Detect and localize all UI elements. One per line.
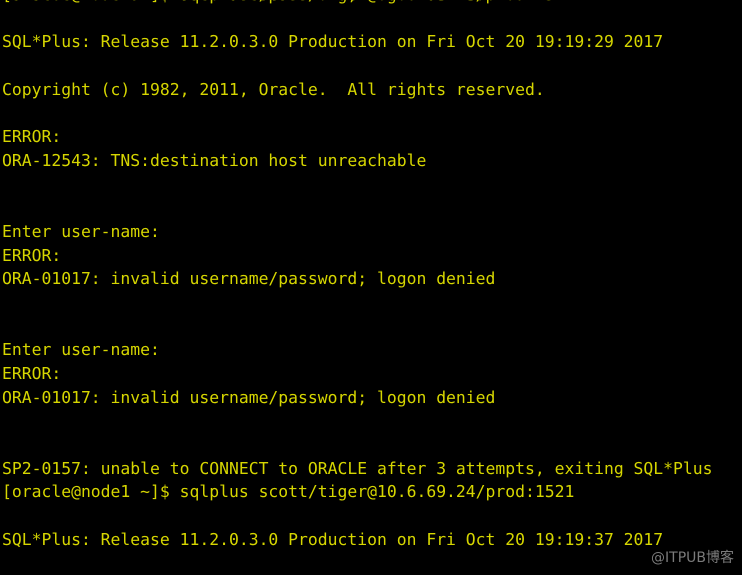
terminal-line: SQL*Plus: Release 11.2.0.3.0 Production … (2, 529, 664, 549)
terminal-line: SQL*Plus: Release 11.2.0.3.0 Production … (2, 32, 664, 52)
terminal-line: ERROR: (2, 364, 62, 383)
terminal-window[interactable]: ra-01017: invalid username/password; log… (0, 0, 742, 575)
terminal-output[interactable]: [oracle@node1 ~]$ sqlplus scott/tiger@10… (0, 0, 742, 575)
terminal-line: Enter user-name: (2, 221, 160, 241)
terminal-line: [oracle@node1 ~]$ sqlplus scott/tiger@10… (2, 482, 575, 502)
itpub-watermark: @ITPUB博客 (651, 550, 734, 566)
terminal-line: Copyright (c) 1982, 2011, Oracle. All ri… (2, 79, 545, 99)
terminal-line: Enter user-name: (2, 340, 160, 360)
terminal-line: ERROR: (2, 127, 62, 147)
terminal-line: ORA-01017: invalid username/password; lo… (2, 387, 496, 407)
terminal-line: ORA-01017: invalid username/password; lo… (2, 269, 496, 289)
terminal-line: ERROR: (2, 245, 62, 265)
terminal-line: ORA-12543: TNS:destination host unreacha… (2, 150, 427, 170)
terminal-line: [oracle@node1 ~]$ sqlplus scott/tiger@10… (2, 0, 742, 7)
terminal-line: SP2-0157: unable to CONNECT to ORACLE af… (2, 458, 713, 478)
